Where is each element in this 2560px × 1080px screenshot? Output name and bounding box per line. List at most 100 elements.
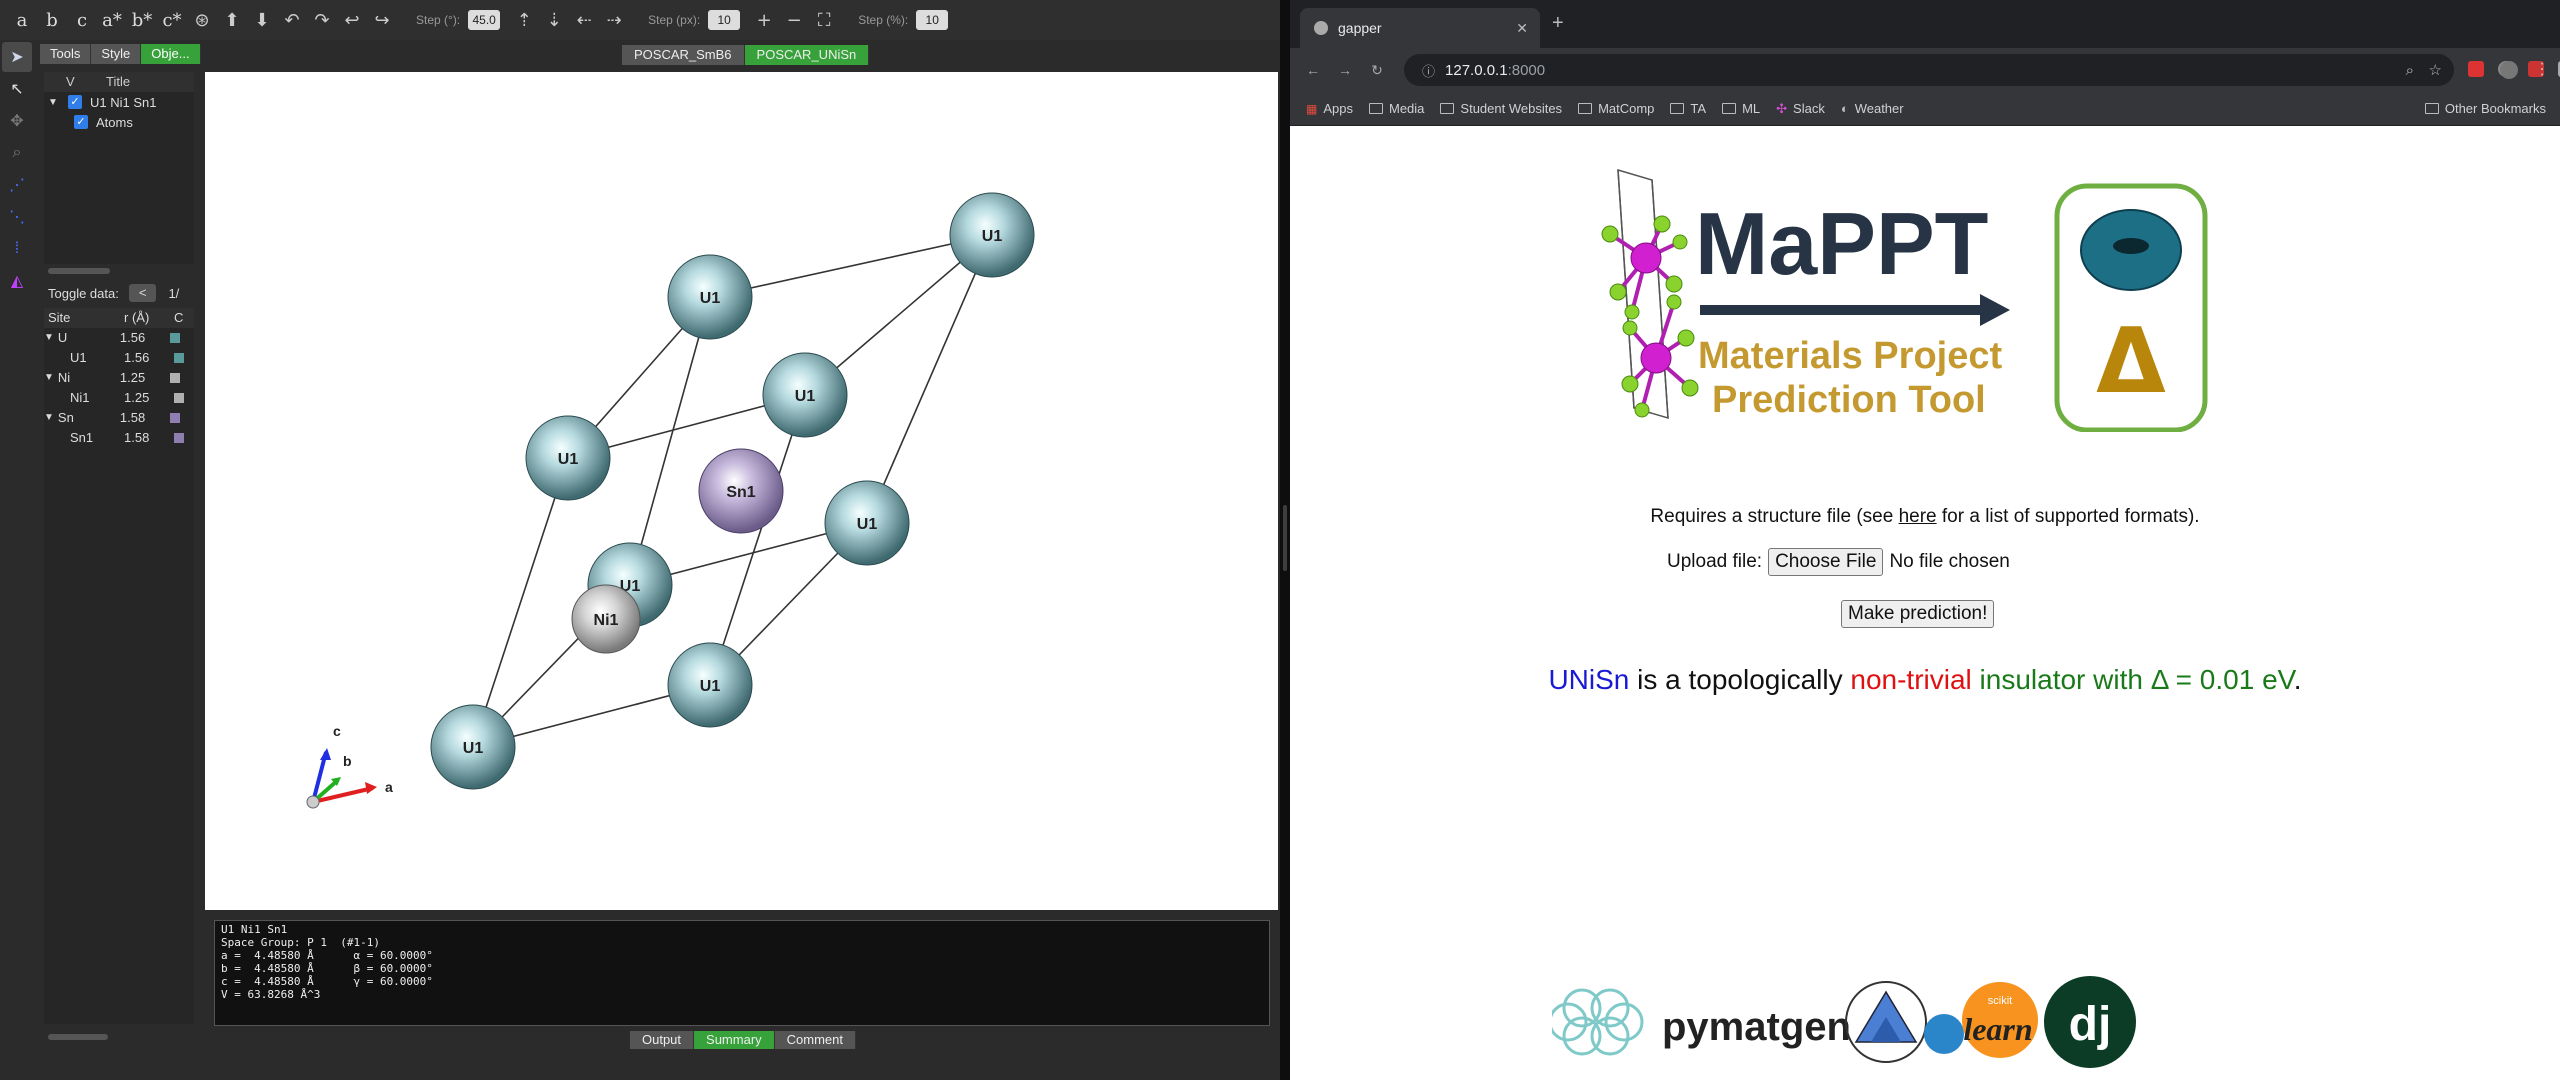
bookmark-star-icon[interactable]: ☆ <box>2429 61 2442 79</box>
site-row[interactable]: Sn1 1.58 <box>44 428 194 448</box>
zoom-out-icon[interactable]: − <box>780 6 808 34</box>
step-deg-input[interactable]: 45.0 <box>468 10 501 30</box>
site-table-scrollbar[interactable] <box>48 1034 108 1040</box>
tab-summary[interactable]: Summary <box>694 1031 775 1049</box>
bookmark-media[interactable]: Media <box>1368 101 1424 116</box>
rotate-left-icon[interactable]: ↶ <box>278 6 306 34</box>
atom-sn-1[interactable]: Sn1 <box>698 448 784 534</box>
move-down-icon[interactable]: ⇣ <box>540 6 568 34</box>
site-row[interactable]: U1 1.56 <box>44 348 194 368</box>
object-tree: V Title ▼ ✓ U1 Ni1 Sn1 ✓ Atoms <box>44 72 194 264</box>
browser-tab[interactable]: gapper ✕ <box>1300 8 1540 48</box>
window-divider[interactable] <box>1280 0 1290 1080</box>
expand-triangle-icon[interactable]: ▼ <box>44 408 54 428</box>
tab-output[interactable]: Output <box>630 1031 695 1049</box>
apps-bookmark[interactable]: ▦ Apps <box>1306 101 1353 116</box>
site-row[interactable]: Ni1 1.25 <box>44 388 194 408</box>
atom-u-2[interactable]: U1 <box>949 192 1035 278</box>
address-bar[interactable]: ⓘ 127.0.0.1:8000 ⌕ ☆ <box>1404 54 2454 86</box>
translate-tool-icon[interactable]: ✥ <box>2 106 32 136</box>
cursor-tool-icon[interactable]: ↖ <box>2 74 32 104</box>
structure-canvas[interactable]: U1 U1 U1 U1 U1 U1 U1 Sn1 U1 Ni1 a b c <box>205 72 1278 910</box>
site-row[interactable]: ▼ Sn 1.58 <box>44 408 194 428</box>
profile-avatar-icon[interactable] <box>2500 61 2518 79</box>
atom-u-6[interactable]: U1 <box>762 352 848 438</box>
new-tab-icon[interactable]: + <box>1552 12 1564 35</box>
atom-u-7[interactable]: U1 <box>667 642 753 728</box>
atoms-visibility-checkbox[interactable]: ✓ <box>74 115 88 129</box>
undo-rotate-icon[interactable]: ↩ <box>338 6 366 34</box>
c-axis-view-button[interactable]: c <box>68 6 96 34</box>
tab-style[interactable]: Style <box>91 44 142 64</box>
choose-file-button[interactable]: Choose File <box>1768 548 1884 576</box>
rotate-up-icon[interactable]: ⬆ <box>218 6 246 34</box>
vesta-toolbar: a b c a* b* c* ⊛ ⬆ ⬇ ↶ ↷ ↩ ↪ Step (°): 4… <box>0 0 1280 40</box>
bookmark-slack[interactable]: ✣ Slack <box>1776 101 1825 117</box>
bookmark-weather[interactable]: ◐ Weather <box>1841 101 1904 116</box>
atom-u-8[interactable]: U1 <box>430 704 516 790</box>
tab-poscar-smb6[interactable]: POSCAR_SmB6 <box>622 45 745 65</box>
zoom-in-icon[interactable]: + <box>750 6 778 34</box>
select-tool-icon[interactable]: ➤ <box>2 42 32 72</box>
tree-scrollbar[interactable] <box>48 268 110 274</box>
atom-u-5[interactable]: U1 <box>824 480 910 566</box>
site-color-swatch[interactable] <box>169 373 180 383</box>
close-tab-icon[interactable]: ✕ <box>1516 20 1528 37</box>
other-bookmarks[interactable]: Other Bookmarks <box>2424 101 2546 116</box>
c-star-view-button[interactable]: c* <box>158 6 186 34</box>
site-row[interactable]: ▼ U 1.56 <box>44 328 194 348</box>
orientation-icon[interactable]: ⊛ <box>188 6 216 34</box>
a-star-view-button[interactable]: a* <box>98 6 126 34</box>
rotate-right-icon[interactable]: ↷ <box>308 6 336 34</box>
expand-triangle-icon[interactable]: ▼ <box>44 368 54 388</box>
menu-kebab-icon[interactable]: ⋮ <box>2534 59 2550 79</box>
fit-view-icon[interactable]: ⛶ <box>810 6 838 34</box>
reload-icon[interactable]: ↻ <box>1368 61 1386 79</box>
tab-tools[interactable]: Tools <box>40 44 92 64</box>
move-up-icon[interactable]: ⇡ <box>510 6 538 34</box>
zoom-icon[interactable]: ⌕ <box>2406 62 2414 79</box>
move-right-icon[interactable]: ⇢ <box>600 6 628 34</box>
site-row[interactable]: ▼ Ni 1.25 <box>44 368 194 388</box>
bookmark-ml[interactable]: ML <box>1722 101 1760 116</box>
tab-objects[interactable]: Obje... <box>141 44 201 64</box>
expand-triangle-icon[interactable]: ▼ <box>44 97 68 108</box>
magnify-tool-icon[interactable]: ⌕ <box>2 138 32 168</box>
expand-triangle-icon[interactable]: ▼ <box>44 328 54 348</box>
forward-icon[interactable]: → <box>1336 61 1354 79</box>
rotate-down-icon[interactable]: ⬇ <box>248 6 276 34</box>
site-color-swatch[interactable] <box>174 393 184 403</box>
dihedral-tool-icon[interactable]: ⁞ <box>2 234 32 264</box>
bookmark-matcomp[interactable]: MatComp <box>1578 101 1654 116</box>
site-color-swatch[interactable] <box>174 433 184 443</box>
atom-u-4[interactable]: U1 <box>525 415 611 501</box>
move-left-icon[interactable]: ⇠ <box>570 6 598 34</box>
angle-tool-icon[interactable]: ⋱ <box>2 202 32 232</box>
tree-root-row[interactable]: ▼ ✓ U1 Ni1 Sn1 <box>44 92 194 112</box>
a-axis-view-button[interactable]: a <box>8 6 36 34</box>
visibility-checkbox[interactable]: ✓ <box>68 95 82 109</box>
b-star-view-button[interactable]: b* <box>128 6 156 34</box>
step-px-input[interactable]: 10 <box>708 10 741 30</box>
b-axis-view-button[interactable]: b <box>38 6 66 34</box>
step-pct-input[interactable]: 10 <box>916 10 949 30</box>
tree-child-row[interactable]: ✓ Atoms <box>44 112 194 132</box>
make-prediction-button[interactable]: Make prediction! <box>1841 600 1995 628</box>
extension-icon[interactable] <box>2468 61 2484 77</box>
formats-link[interactable]: here <box>1899 506 1937 527</box>
tab-comment[interactable]: Comment <box>774 1031 857 1049</box>
atom-u-1[interactable]: U1 <box>667 254 753 340</box>
site-color-swatch[interactable] <box>174 353 184 363</box>
site-color-swatch[interactable] <box>169 413 180 423</box>
bookmark-student-websites[interactable]: Student Websites <box>1440 101 1562 116</box>
bookmark-ta[interactable]: TA <box>1670 101 1706 116</box>
back-icon[interactable]: ← <box>1304 61 1322 79</box>
lattice-plane-tool-icon[interactable]: ◭ <box>2 266 32 296</box>
redo-rotate-icon[interactable]: ↪ <box>368 6 396 34</box>
distance-tool-icon[interactable]: ⋰ <box>2 170 32 200</box>
atom-ni-1[interactable]: Ni1 <box>571 584 641 654</box>
divider-grip[interactable] <box>1283 505 1287 571</box>
toggle-prev-button[interactable]: < <box>128 284 157 302</box>
tab-poscar-unisn[interactable]: POSCAR_UNiSn <box>744 45 870 65</box>
site-color-swatch[interactable] <box>169 333 180 343</box>
